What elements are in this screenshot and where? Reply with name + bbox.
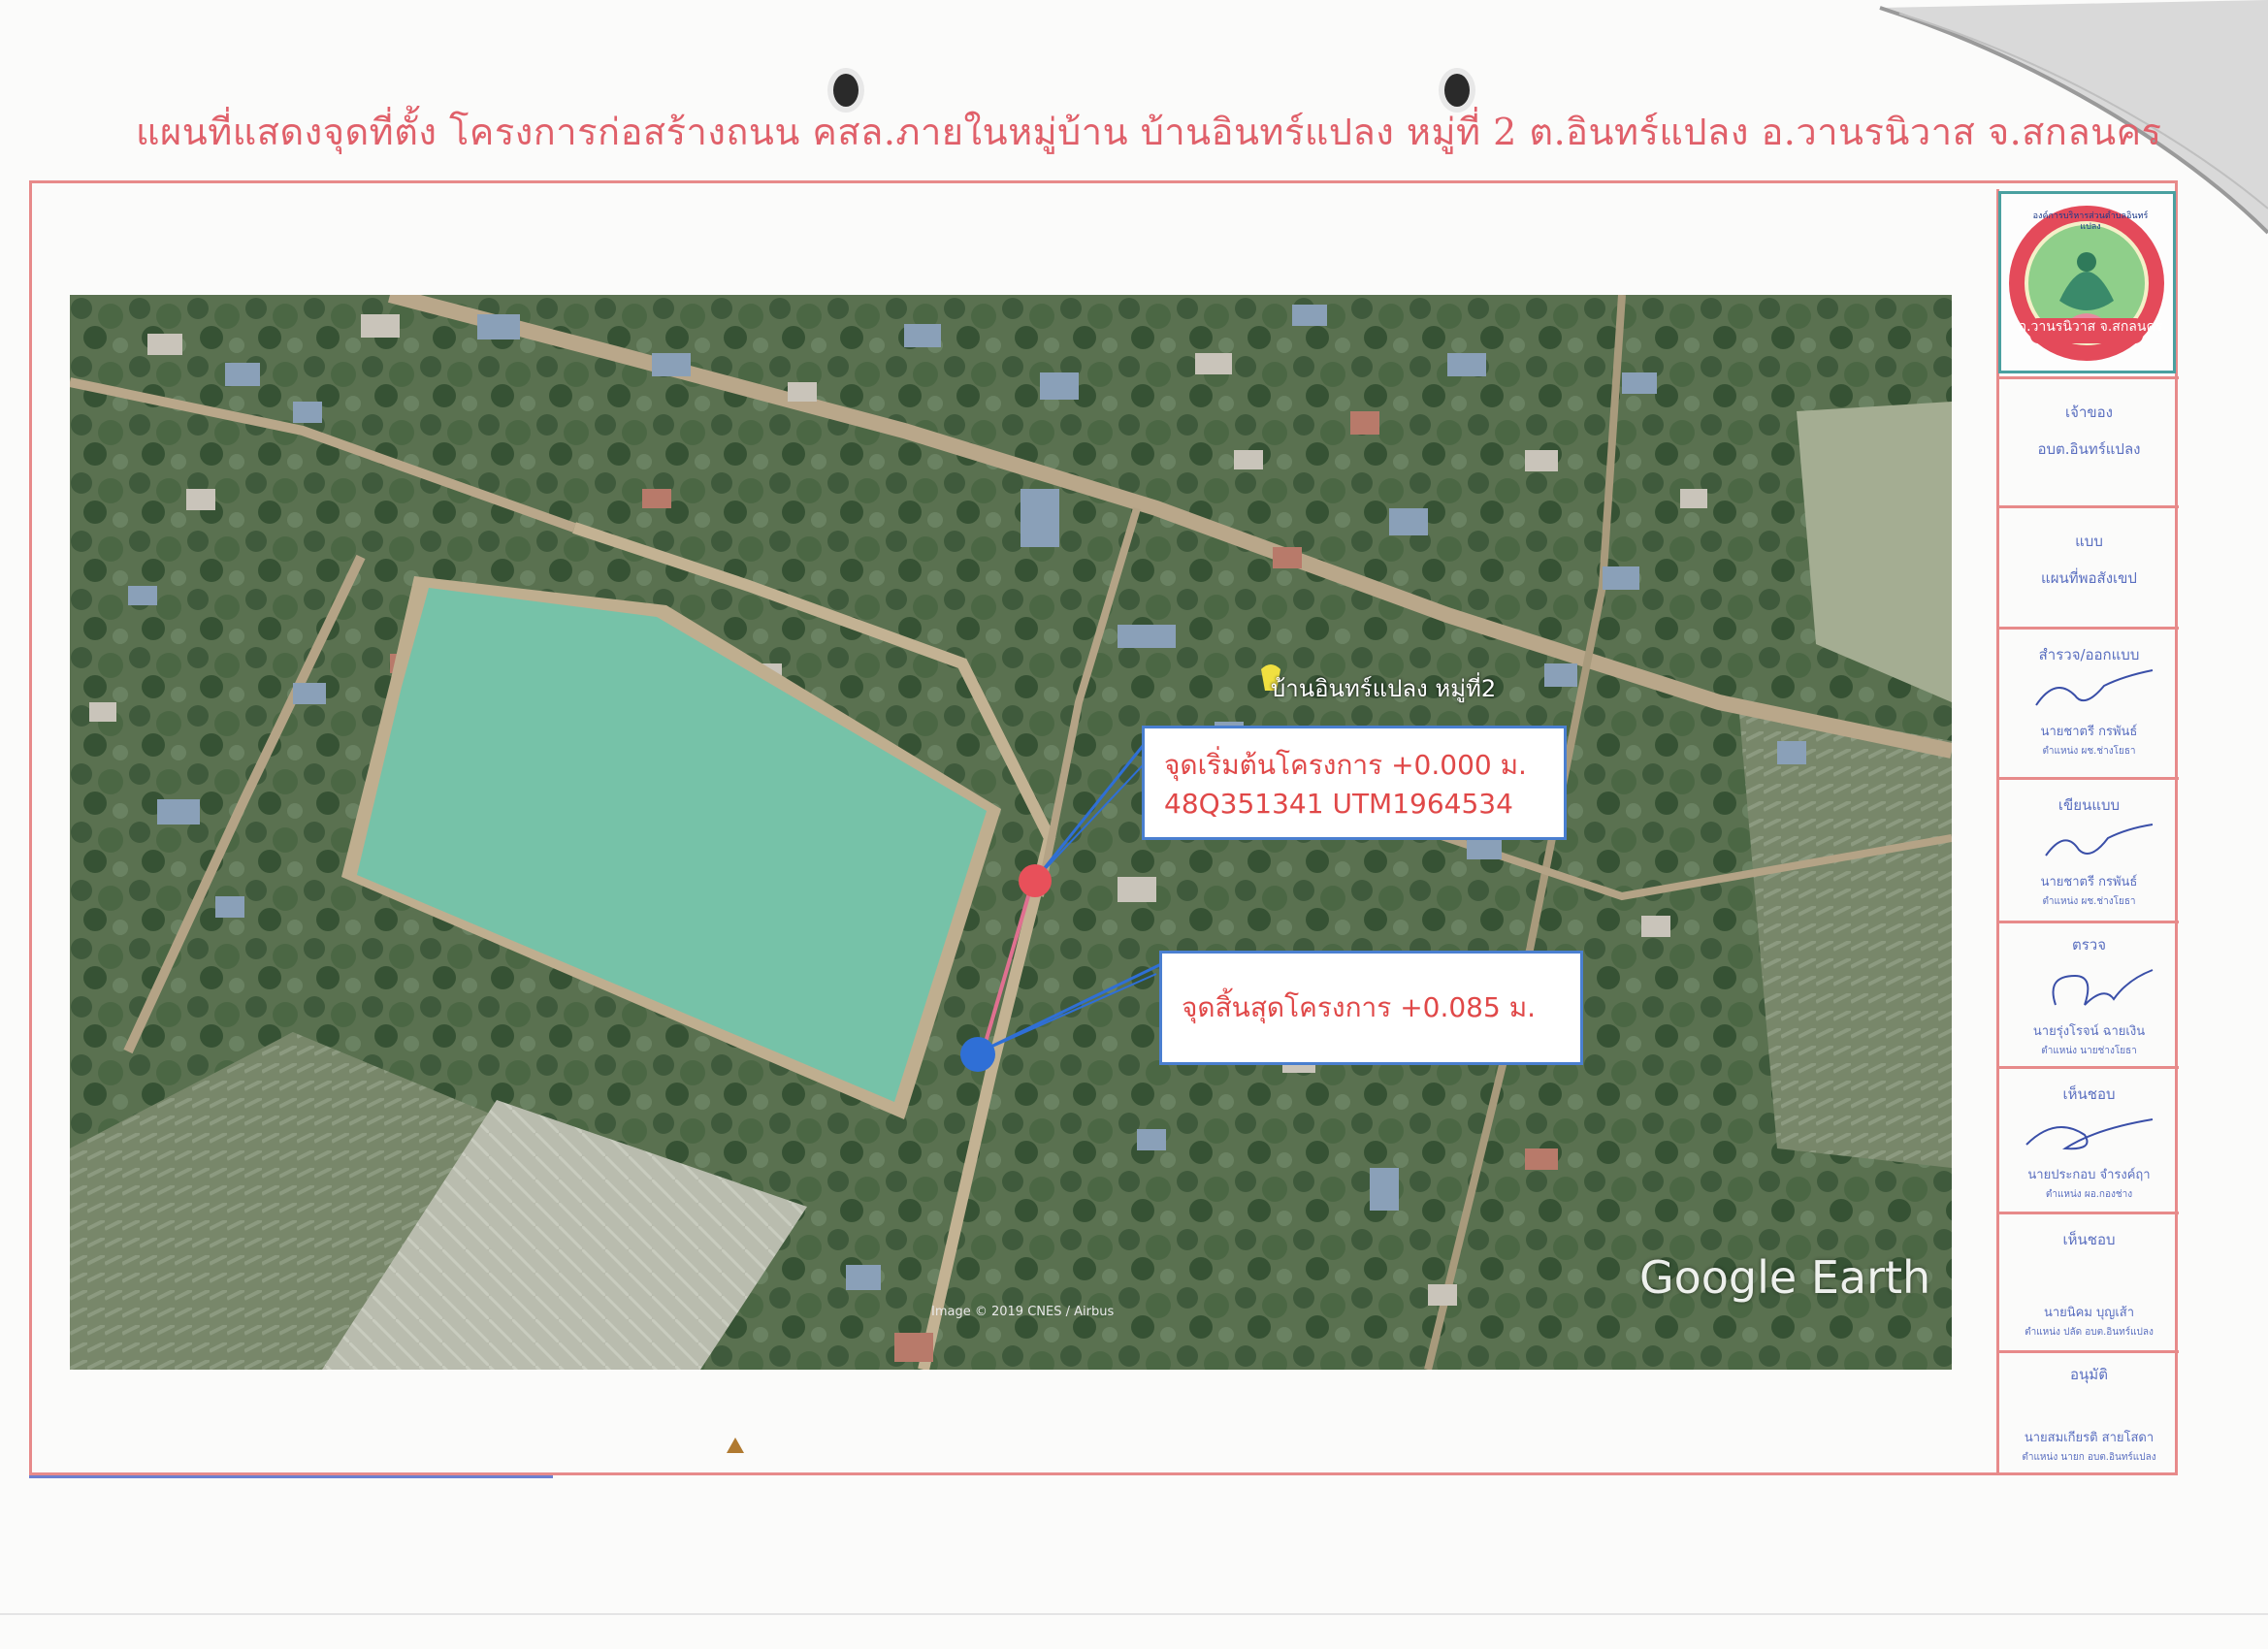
approve-name: นายสมเกียรติ สายโสดา [2024,1431,2155,1445]
imagery-credit: Image © 2019 CNES / Airbus [931,1305,1115,1319]
survey-header: สำรวจ/ออกแบบ [2038,646,2140,663]
drawn-signature [2044,824,2153,857]
end-point-marker[interactable] [960,1037,995,1072]
logo-text-top: องค์การบริหารส่วนตำบลอินทร์แปลง [2032,211,2149,232]
agree1-header: เห็นชอบ [2062,1085,2116,1103]
page-title: แผนที่แสดงจุดที่ตั้ง โครงการก่อสร้างถนน … [136,111,2162,153]
owner-cell: เจ้าของ อบต.อินทร์แปลง [1999,376,2179,505]
agree1-position: ตำแหน่ง ผอ.กองช่าง [2045,1189,2133,1200]
start-point-label: จุดเริ่มต้นโครงการ +0.000 ม. [1164,749,1527,781]
type-header: แบบ [2075,533,2103,550]
type-cell: แบบ แผนที่พอสังเขป [1999,505,2179,627]
drawn-header: เขียนแบบ [2057,796,2121,814]
owner-value: อบต.อินทร์แปลง [2037,440,2141,458]
page-edge-line [0,1613,2268,1615]
checked-signature [2052,969,2153,1006]
drawn-cell: เขียนแบบ นายชาตรี กรพันธ์ ตำแหน่ง ผช.ช่า… [1999,777,2179,921]
frame-accent-line [29,1475,553,1478]
agree1-cell: เห็นชอบ นายประกอบ จำรงค์ฤา ตำแหน่ง ผอ.กอ… [1999,1066,2179,1212]
agree2-header: เห็นชอบ [2062,1231,2116,1248]
satellite-map[interactable] [70,295,1952,1370]
survey-signature [2034,669,2153,706]
drawn-name: นายชาตรี กรพันธ์ [2040,875,2138,889]
agree2-position: ตำแหน่ง ปลัด อบต.อินทร์แปลง [2025,1327,2154,1338]
survey-name: นายชาตรี กรพันธ์ [2040,725,2138,739]
checked-position: ตำแหน่ง นายช่างโยธา [2041,1046,2137,1056]
checked-cell: ตรวจ นายรุ่งโรจน์ ฉายเงิน ตำแหน่ง นายช่า… [1999,921,2179,1066]
agree1-name: นายประกอบ จำรงค์ฤา [2027,1168,2151,1182]
google-earth-watermark: Google Earth [1639,1251,1931,1304]
compass-icon [727,1438,744,1453]
start-point-marker[interactable] [1019,864,1052,897]
agree2-name: นายนิคม บุญเส้า [2043,1306,2135,1320]
end-point-label: จุดสิ้นสุดโครงการ +0.085 ม. [1182,991,1537,1023]
approve-cell: อนุมัติ นายสมเกียรติ สายโสดา ตำแหน่ง นาย… [1999,1350,2179,1471]
place-label: บ้านอินทร์แปลง หมู่ที่2 [1271,675,1497,702]
checked-header: ตรวจ [2071,936,2106,954]
survey-position: ตำแหน่ง ผช.ช่างโยธา [2042,746,2136,757]
start-point-callout: จุดเริ่มต้นโครงการ +0.000 ม. 48Q351341 U… [1142,726,1567,840]
agree2-cell: เห็นชอบ นายนิคม บุญเส้า ตำแหน่ง ปลัด อบต… [1999,1212,2179,1350]
owner-header: เจ้าของ [2065,404,2113,421]
type-value: แผนที่พอสังเขป [2041,569,2137,587]
start-point-coordinate: 48Q351341 UTM1964534 [1164,788,1513,820]
approve-header: อนุมัติ [2070,1366,2108,1383]
checked-name: นายรุ่งโรจน์ ฉายเงิน [2032,1024,2146,1039]
approve-position: ตำแหน่ง นายก อบต.อินทร์แปลง [2022,1452,2156,1463]
drawn-position: ตำแหน่ง ผช.ช่างโยธา [2042,896,2136,907]
logo-text-bottom: อ.วานรนิวาส จ.สกลนคร [2018,319,2163,335]
end-point-callout: จุดสิ้นสุดโครงการ +0.085 ม. [1159,951,1583,1065]
agree1-signature [2025,1118,2153,1150]
survey-cell: สำรวจ/ออกแบบ นายชาตรี กรพันธ์ ตำแหน่ง ผช… [1999,627,2179,777]
